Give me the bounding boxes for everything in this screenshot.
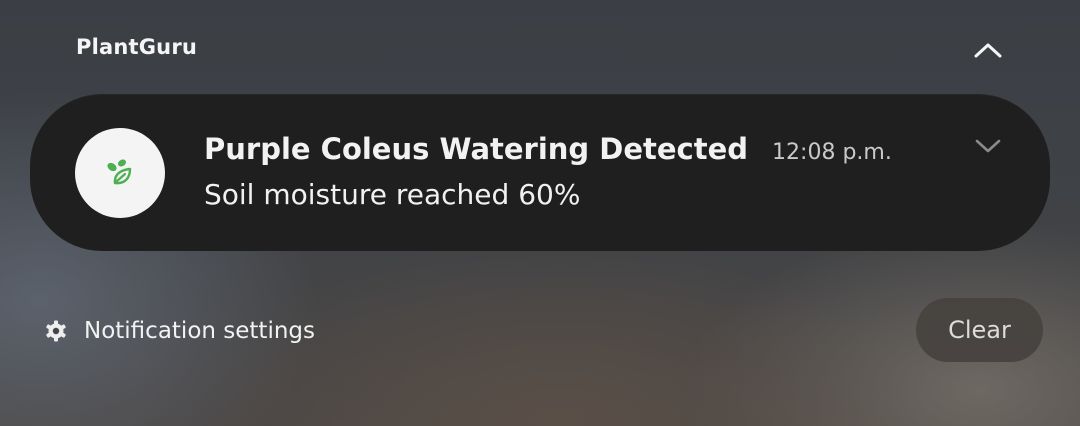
gear-icon: [44, 319, 68, 343]
notification-group-header: PlantGuru: [0, 0, 1080, 95]
chevron-up-icon: [974, 43, 1002, 58]
clear-button[interactable]: Clear: [916, 298, 1043, 362]
notification-settings-label: Notification settings: [84, 318, 315, 344]
collapse-group-button[interactable]: [962, 28, 1014, 72]
plant-leaf-icon: [107, 159, 132, 185]
app-name: PlantGuru: [76, 35, 198, 59]
notification-title-row: Purple Coleus Watering Detected 12:08 p.…: [204, 132, 892, 166]
app-icon: [75, 128, 165, 218]
notification-time: 12:08 p.m.: [772, 140, 892, 165]
notification-title: Purple Coleus Watering Detected: [204, 132, 749, 166]
expand-notification-button[interactable]: [964, 126, 1012, 166]
notification-card[interactable]: Purple Coleus Watering Detected 12:08 p.…: [30, 94, 1050, 251]
chevron-down-icon: [975, 139, 1001, 153]
notification-settings-link[interactable]: Notification settings: [44, 312, 315, 350]
notification-body: Soil moisture reached 60%: [204, 178, 581, 211]
